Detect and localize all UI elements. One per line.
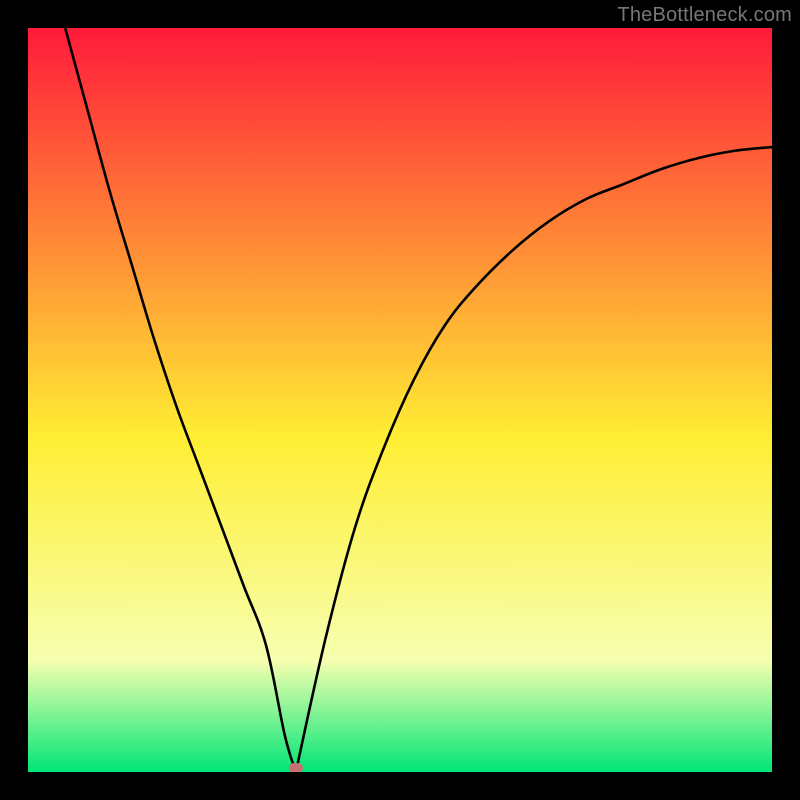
watermark-label: TheBottleneck.com	[617, 4, 792, 27]
chart-frame: TheBottleneck.com	[0, 0, 800, 800]
plot-area	[28, 28, 772, 772]
minimum-marker	[289, 763, 303, 772]
bottleneck-curve-line	[65, 28, 772, 772]
curve-layer	[28, 28, 772, 772]
